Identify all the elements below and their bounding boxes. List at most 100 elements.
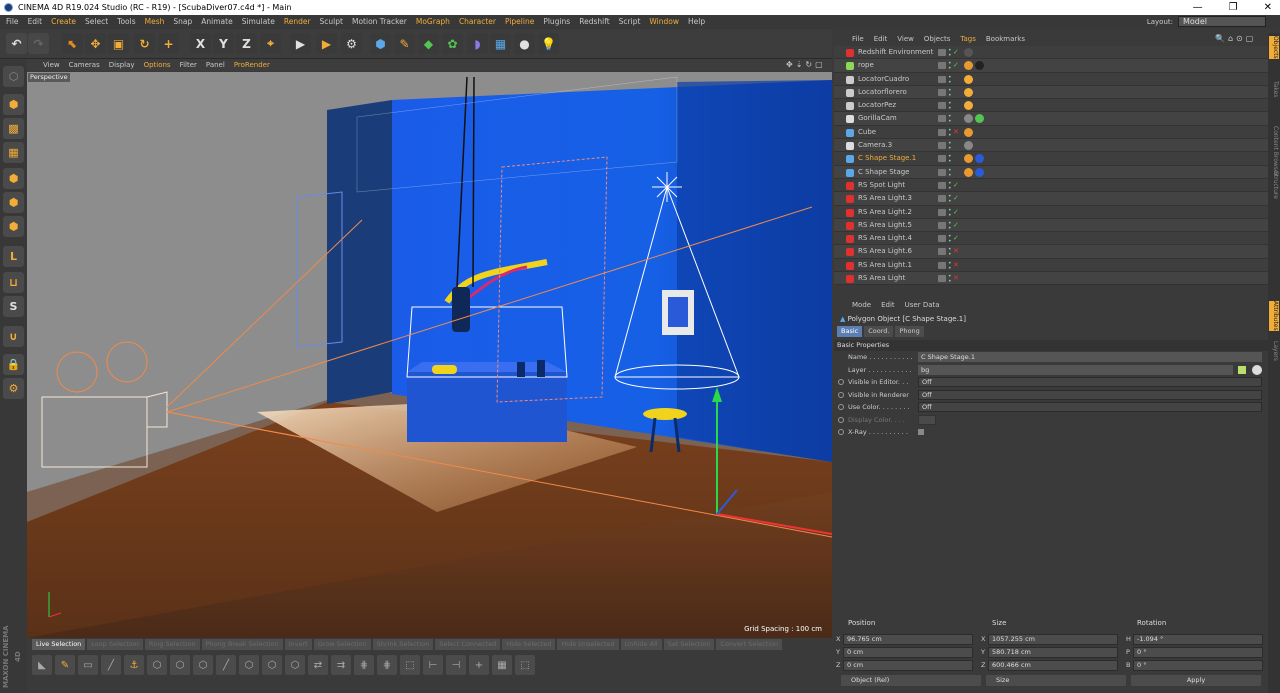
enabled-toggle-icon[interactable]: ✓ <box>953 179 959 192</box>
points-mode-icon[interactable]: ⬢ <box>3 168 24 189</box>
object-name[interactable]: LocatorPez <box>858 99 896 112</box>
visibility-dots-icon[interactable]: • • <box>948 274 952 285</box>
filter-icon[interactable]: ⊙ <box>1236 34 1243 43</box>
texture-mode-icon[interactable]: ▩ <box>3 118 24 139</box>
menu-plugins[interactable]: Plugins <box>543 15 570 29</box>
render-view-icon[interactable]: ▶ <box>290 33 311 54</box>
menu-animate[interactable]: Animate <box>201 15 232 29</box>
tag-icon[interactable] <box>964 87 973 97</box>
tag-icon[interactable] <box>975 167 984 177</box>
right-tab-attributes[interactable]: Attributes <box>1269 301 1279 331</box>
layer-color-swatch[interactable] <box>938 168 946 176</box>
viewport-perspective[interactable]: Perspective Grid Spacing : 100 cm <box>27 72 832 638</box>
object-row[interactable]: RS Area Light • • ✕ <box>834 272 1268 286</box>
rotation-field[interactable]: -1.094 ° <box>1133 634 1263 645</box>
animate-radio-icon[interactable] <box>838 391 844 398</box>
object-name[interactable]: RS Area Light.6 <box>858 245 912 258</box>
right-tab-takes[interactable]: Takes <box>1269 81 1279 97</box>
tag-icon[interactable] <box>964 74 973 84</box>
object-name[interactable]: C Shape Stage.1 <box>858 152 916 165</box>
mesh-tool-icon[interactable]: ⬚ <box>400 655 420 675</box>
menu-mograph[interactable]: MoGraph <box>416 15 450 29</box>
object-row[interactable]: RS Area Light.3 • • ✓ <box>834 192 1268 206</box>
dropdown-visible-in-renderer[interactable]: Off <box>918 389 1262 400</box>
visibility-dots-icon[interactable]: • • <box>948 74 952 85</box>
layer-color-swatch[interactable] <box>938 235 946 243</box>
layer-color-swatch[interactable] <box>938 75 946 83</box>
tag-icon[interactable] <box>964 154 973 164</box>
tag-icon[interactable] <box>964 114 973 124</box>
object-menu-edit[interactable]: Edit <box>874 33 888 46</box>
object-row[interactable]: Redshift Environment • • ✓ <box>834 46 1268 60</box>
layer-color-swatch[interactable] <box>938 62 946 70</box>
mode-loop-selection[interactable]: Loop Selection <box>87 639 143 650</box>
size-field[interactable]: 580.718 cm <box>988 647 1118 658</box>
object-menu-tags[interactable]: Tags <box>960 33 976 46</box>
apply-button[interactable]: Apply <box>1131 675 1261 686</box>
object-name[interactable]: RS Area Light.5 <box>858 219 912 232</box>
object-row[interactable]: RS Area Light.4 • • ✓ <box>834 232 1268 246</box>
position-field[interactable]: 0 cm <box>843 660 973 671</box>
menu-motion-tracker[interactable]: Motion Tracker <box>352 15 407 29</box>
object-row[interactable]: Camera.3 • • <box>834 139 1268 153</box>
mesh-tool-icon[interactable]: ╱ <box>101 655 121 675</box>
redo-icon[interactable]: ↷ <box>28 33 49 54</box>
object-name[interactable]: Camera.3 <box>858 139 892 152</box>
layer-color-swatch[interactable] <box>938 275 946 283</box>
menu-render[interactable]: Render <box>284 15 311 29</box>
menu-pipeline[interactable]: Pipeline <box>505 15 534 29</box>
mode-grow-selection[interactable]: Grow Selection <box>313 639 371 650</box>
mode-live-selection[interactable]: Live Selection <box>32 639 86 650</box>
scale-icon[interactable]: ▣ <box>108 33 129 54</box>
name-field[interactable]: C Shape Stage.1 <box>918 352 1262 362</box>
right-tab-objects[interactable]: Objects <box>1269 36 1279 59</box>
menu-snap[interactable]: Snap <box>173 15 192 29</box>
object-name[interactable]: rope <box>858 59 874 72</box>
layer-color-swatch[interactable] <box>938 181 946 189</box>
dropdown-visible-in-editor[interactable]: Off <box>918 377 1262 387</box>
light-icon[interactable]: 💡 <box>538 33 559 54</box>
visibility-dots-icon[interactable]: • • <box>948 167 952 178</box>
animate-radio-icon[interactable] <box>838 429 844 435</box>
enabled-toggle-icon[interactable]: ✓ <box>953 46 959 59</box>
position-field[interactable]: 0 cm <box>843 647 973 658</box>
menu-sculpt[interactable]: Sculpt <box>320 15 343 29</box>
enabled-toggle-icon[interactable]: ✕ <box>953 126 959 139</box>
object-name[interactable]: RS Area Light <box>858 272 905 285</box>
layout-dropdown[interactable]: Model <box>1178 16 1266 27</box>
object-name[interactable]: GorillaCam <box>858 112 897 125</box>
tag-icon[interactable] <box>964 101 973 111</box>
make-editable-icon[interactable]: ⬡ <box>3 66 24 87</box>
enabled-toggle-icon[interactable]: ✕ <box>953 272 959 285</box>
viewport-menu-view[interactable]: View <box>43 59 60 71</box>
layer-field[interactable]: bg <box>918 364 1233 375</box>
mesh-tool-icon[interactable]: ⊢ <box>423 655 443 675</box>
mode-hide-selected[interactable]: Hide Selected <box>502 639 556 650</box>
size-mode-dropdown[interactable]: Size <box>986 675 1126 686</box>
mesh-tool-icon[interactable]: ⬡ <box>285 655 305 675</box>
mode-ring-selection[interactable]: Ring Selection <box>144 639 200 650</box>
enabled-toggle-icon[interactable]: ✓ <box>953 192 959 205</box>
layer-color-swatch[interactable] <box>938 142 946 150</box>
mesh-tool-icon[interactable]: ✎ <box>55 655 75 675</box>
animate-radio-icon[interactable] <box>838 404 844 410</box>
object-row[interactable]: Cube • • ✕ <box>834 125 1268 140</box>
snap-icon[interactable]: S <box>3 296 24 317</box>
enabled-toggle-icon[interactable]: ✓ <box>953 206 959 219</box>
model-mode-icon[interactable]: ⬢ <box>3 94 24 115</box>
object-row[interactable]: RS Area Light.1 • • ✕ <box>834 258 1268 273</box>
workplane-icon[interactable]: ▦ <box>3 142 24 163</box>
right-tab-structure[interactable]: Structure <box>1269 171 1279 199</box>
object-row[interactable]: C Shape Stage • • <box>834 165 1268 179</box>
layer-color-swatch[interactable] <box>938 208 946 216</box>
object-row[interactable]: Locatorflorero • • <box>834 85 1268 100</box>
menu-character[interactable]: Character <box>459 15 496 29</box>
object-name[interactable]: Cube <box>858 126 876 139</box>
add-icon[interactable]: + <box>158 33 179 54</box>
menu-mesh[interactable]: Mesh <box>145 15 165 29</box>
move-view-icon[interactable]: ✥ <box>786 60 793 69</box>
mesh-tool-icon[interactable]: ⬡ <box>147 655 167 675</box>
menu-redshift[interactable]: Redshift <box>579 15 609 29</box>
enabled-toggle-icon[interactable]: ✓ <box>953 59 959 72</box>
rotate-view-icon[interactable]: ↻ <box>805 60 812 69</box>
